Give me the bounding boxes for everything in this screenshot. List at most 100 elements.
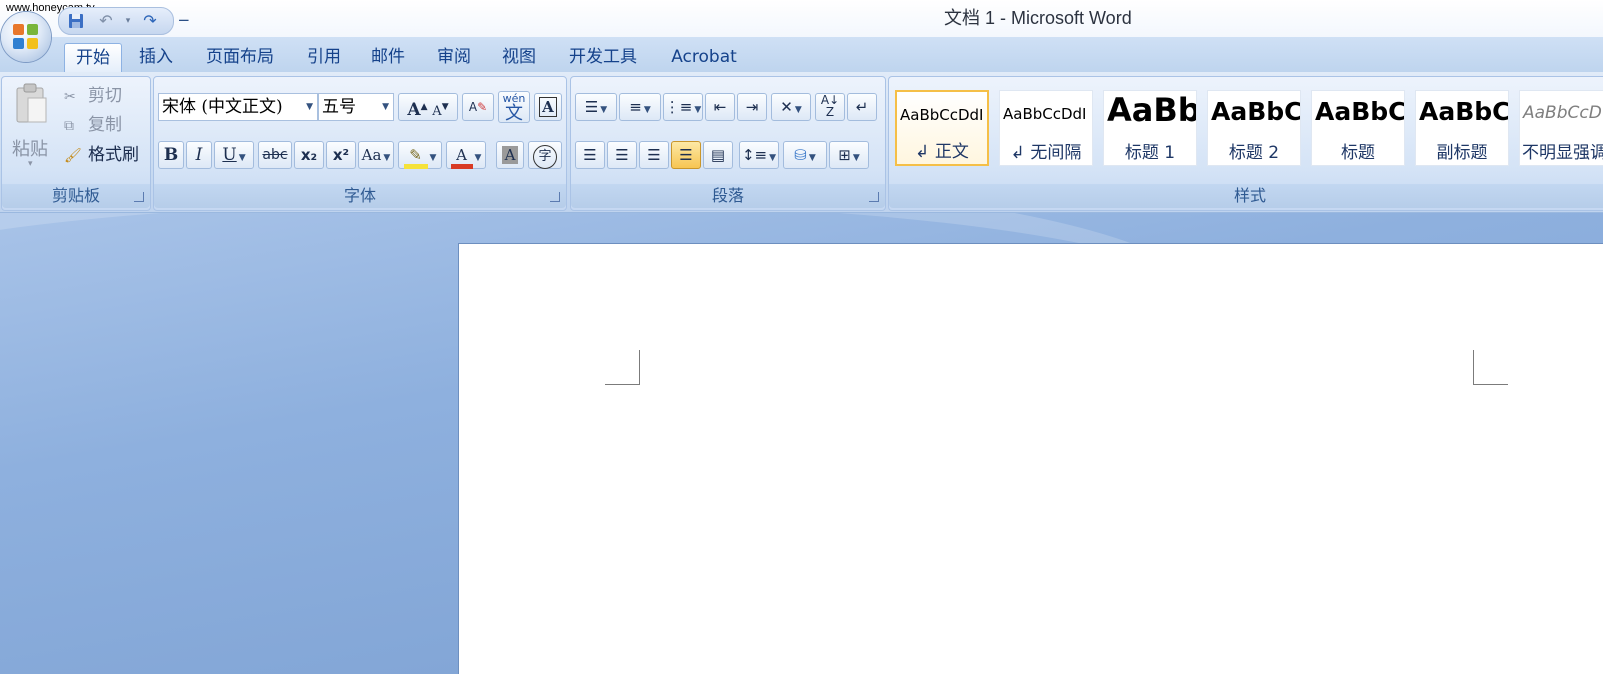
style-name: 标题 2	[1228, 143, 1280, 163]
customize-qat-icon[interactable]: ⚊	[178, 10, 190, 25]
tab-acrobat[interactable]: Acrobat	[668, 43, 740, 73]
multilevel-list-button[interactable]: ⋮≡ ▼	[663, 93, 703, 121]
paragraph-group: ☰ ▼ ≡ ▼ ⋮≡ ▼ ⇤ ⇥ ✕ ▼ A↓ Z ↵ ☰ ☰ ☰ ☰ ▤ ↕≡ ▼ ⛁ ▼ …	[570, 76, 886, 211]
font-size-combo[interactable]: 五号 ▼	[318, 93, 394, 121]
strikethrough-button[interactable]: abc	[258, 141, 292, 169]
align-center-button[interactable]: ☰	[607, 141, 637, 169]
align-right-icon: ☰	[647, 146, 661, 164]
decrease-indent-icon: ⇤	[713, 98, 727, 116]
undo-icon[interactable]: ↶	[97, 12, 115, 30]
paste-button[interactable]: 粘贴 ▾	[8, 83, 54, 175]
style-subtle-emphasis[interactable]: AaBbCcD 不明显强调	[1519, 90, 1603, 166]
align-right-button[interactable]: ☰	[639, 141, 669, 169]
pilcrow-icon: ↵	[855, 98, 869, 116]
sort-az-icon: A↓ Z	[820, 93, 840, 119]
office-button[interactable]	[1, 12, 51, 62]
justify-button[interactable]: ☰	[671, 141, 701, 169]
show-marks-button[interactable]: ↵	[847, 93, 877, 121]
style-name: 标题 1	[1124, 143, 1176, 163]
bold-button[interactable]: B	[158, 141, 184, 169]
margin-corner-left	[605, 350, 640, 385]
style-no-spacing[interactable]: AaBbCcDdI ↲ 无间隔	[999, 90, 1093, 166]
shrink-font-icon[interactable]: A	[432, 104, 441, 119]
change-case-button[interactable]: Aa ▼	[358, 141, 394, 169]
document-workspace	[0, 213, 1603, 674]
numbering-button[interactable]: ≡ ▼	[619, 93, 661, 121]
align-center-icon: ☰	[615, 146, 629, 164]
align-left-button[interactable]: ☰	[575, 141, 605, 169]
tab-mailings[interactable]: 邮件	[368, 43, 408, 73]
clipboard-dialog-launcher[interactable]	[134, 192, 144, 202]
font-dialog-launcher[interactable]	[550, 192, 560, 202]
style-heading-1[interactable]: AaBb 标题 1	[1103, 90, 1197, 166]
style-normal[interactable]: AaBbCcDdI ↲ 正文	[895, 90, 989, 166]
italic-button[interactable]: I	[186, 141, 212, 169]
shading-button[interactable]: ⛁ ▼	[783, 141, 827, 169]
style-name: 副标题	[1436, 143, 1488, 163]
clear-format-icon[interactable]: A✎	[462, 93, 494, 121]
redo-icon[interactable]: ↷	[141, 12, 159, 30]
clipboard-group: 粘贴 ▾ ✂ 剪切 ⧉ 复制 🖌 格式刷 剪贴板	[1, 76, 151, 211]
copy-icon: ⧉	[64, 118, 74, 134]
style-title[interactable]: AaBbC 标题	[1311, 90, 1405, 166]
chevron-down-icon: ▼	[382, 102, 389, 112]
style-sample: AaBbC	[1211, 97, 1301, 126]
highlight-button[interactable]: ✎ ▼	[398, 141, 442, 169]
enclose-character-button[interactable]: 字	[528, 141, 562, 169]
ribbon-tab-bar: 开始 插入 页面布局 引用 邮件 审阅 视图 开发工具 Acrobat	[0, 37, 1603, 74]
style-sample: AaBbCcDdI	[1003, 105, 1087, 123]
line-spacing-button[interactable]: ↕≡ ▼	[739, 141, 779, 169]
style-heading-2[interactable]: AaBbC 标题 2	[1207, 90, 1301, 166]
tab-view[interactable]: 视图	[499, 43, 539, 73]
style-sample: AaBb	[1107, 91, 1197, 129]
format-painter-button[interactable]: 🖌 格式刷	[64, 142, 139, 168]
style-name: 标题	[1341, 143, 1375, 163]
justify-icon: ☰	[679, 146, 693, 164]
cut-button[interactable]: ✂ 剪切	[64, 83, 122, 109]
format-painter-label: 格式刷	[88, 145, 139, 165]
bullet-list-icon: ☰	[584, 98, 599, 116]
highlighter-icon: ✎	[403, 146, 428, 169]
paste-label: 粘贴	[12, 139, 48, 160]
font-name-combo[interactable]: 宋体 (中文正文) ▼	[158, 93, 318, 121]
paragraph-dialog-launcher[interactable]	[869, 192, 879, 202]
distributed-button[interactable]: ▤	[703, 141, 733, 169]
superscript-button[interactable]: x²	[326, 141, 356, 169]
decrease-indent-button[interactable]: ⇤	[705, 93, 735, 121]
subscript-button[interactable]: x₂	[294, 141, 324, 169]
cut-label: 剪切	[88, 86, 122, 106]
office-logo-icon	[13, 24, 39, 50]
tab-review[interactable]: 审阅	[434, 43, 474, 73]
sort-button[interactable]: A↓ Z	[815, 93, 845, 121]
styles-group: AaBbCcDdI ↲ 正文 AaBbCcDdI ↲ 无间隔 AaBb 标题 1…	[888, 76, 1603, 211]
tab-developer[interactable]: 开发工具	[566, 43, 640, 73]
bullets-button[interactable]: ☰ ▼	[575, 93, 617, 121]
tab-insert[interactable]: 插入	[136, 43, 176, 73]
undo-dropdown-icon[interactable]: ▾	[119, 12, 137, 30]
style-name: ↲ 无间隔	[1010, 143, 1082, 163]
grow-shrink-font-buttons: A▲ A▼	[398, 93, 458, 121]
character-border-icon: A	[539, 97, 557, 117]
grow-font-icon[interactable]: A	[407, 100, 420, 120]
tab-page-layout[interactable]: 页面布局	[204, 43, 276, 73]
save-icon[interactable]	[67, 12, 85, 30]
chinese-layout-button[interactable]: ✕ ▼	[771, 93, 811, 121]
character-shading-button[interactable]: A	[496, 141, 524, 169]
underline-button[interactable]: U ▼	[214, 141, 254, 169]
style-name: ↲ 正文	[915, 142, 969, 162]
phonetic-guide-button[interactable]: wén 文	[498, 91, 530, 123]
distributed-icon: ▤	[710, 146, 726, 164]
change-case-icon: Aa	[361, 146, 382, 164]
borders-button[interactable]: ⊞ ▼	[829, 141, 869, 169]
document-page[interactable]	[458, 243, 1603, 674]
character-border-button[interactable]: A	[534, 93, 562, 121]
tab-references[interactable]: 引用	[304, 43, 344, 73]
tab-home[interactable]: 开始	[64, 43, 122, 74]
copy-button[interactable]: ⧉ 复制	[64, 112, 122, 138]
style-subtitle[interactable]: AaBbC 副标题	[1415, 90, 1509, 166]
ribbon: 粘贴 ▾ ✂ 剪切 ⧉ 复制 🖌 格式刷 剪贴板 宋体 (中文正文) ▼ 五号 ▼ A…	[0, 72, 1603, 213]
font-group-label: 字体	[154, 184, 566, 208]
character-shading-icon: A	[501, 146, 519, 164]
increase-indent-button[interactable]: ⇥	[737, 93, 767, 121]
font-color-button[interactable]: A ▼	[446, 141, 486, 169]
